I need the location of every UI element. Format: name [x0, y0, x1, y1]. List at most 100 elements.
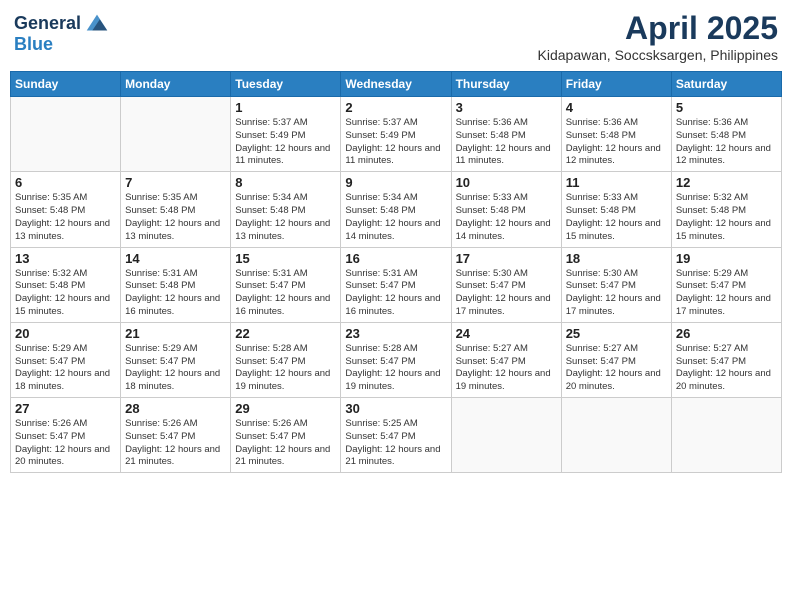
col-friday: Friday [561, 72, 671, 97]
calendar-day: 29 Sunrise: 5:26 AMSunset: 5:47 PMDaylig… [231, 398, 341, 473]
day-number: 18 [566, 251, 667, 266]
calendar-day: 6 Sunrise: 5:35 AMSunset: 5:48 PMDayligh… [11, 172, 121, 247]
calendar-day: 28 Sunrise: 5:26 AMSunset: 5:47 PMDaylig… [121, 398, 231, 473]
day-number: 6 [15, 175, 116, 190]
calendar-day: 2 Sunrise: 5:37 AMSunset: 5:49 PMDayligh… [341, 97, 451, 172]
calendar-header-row: Sunday Monday Tuesday Wednesday Thursday… [11, 72, 782, 97]
logo: General Blue [14, 10, 111, 55]
day-info: Sunrise: 5:28 AMSunset: 5:47 PMDaylight:… [235, 343, 336, 394]
day-number: 2 [345, 100, 446, 115]
day-number: 25 [566, 326, 667, 341]
location-subtitle: Kidapawan, Soccsksargen, Philippines [538, 47, 778, 63]
day-number: 1 [235, 100, 336, 115]
day-number: 30 [345, 401, 446, 416]
calendar-day [121, 97, 231, 172]
calendar-day: 15 Sunrise: 5:31 AMSunset: 5:47 PMDaylig… [231, 247, 341, 322]
logo-text: General [14, 14, 81, 34]
day-number: 14 [125, 251, 226, 266]
calendar-day: 17 Sunrise: 5:30 AMSunset: 5:47 PMDaylig… [451, 247, 561, 322]
calendar-week-row: 1 Sunrise: 5:37 AMSunset: 5:49 PMDayligh… [11, 97, 782, 172]
day-info: Sunrise: 5:25 AMSunset: 5:47 PMDaylight:… [345, 418, 446, 469]
col-thursday: Thursday [451, 72, 561, 97]
calendar-day: 27 Sunrise: 5:26 AMSunset: 5:47 PMDaylig… [11, 398, 121, 473]
day-number: 20 [15, 326, 116, 341]
calendar-day: 10 Sunrise: 5:33 AMSunset: 5:48 PMDaylig… [451, 172, 561, 247]
col-tuesday: Tuesday [231, 72, 341, 97]
day-info: Sunrise: 5:28 AMSunset: 5:47 PMDaylight:… [345, 343, 446, 394]
day-number: 10 [456, 175, 557, 190]
calendar-day: 20 Sunrise: 5:29 AMSunset: 5:47 PMDaylig… [11, 322, 121, 397]
calendar-day [671, 398, 781, 473]
calendar-day: 19 Sunrise: 5:29 AMSunset: 5:47 PMDaylig… [671, 247, 781, 322]
day-number: 5 [676, 100, 777, 115]
calendar-day: 11 Sunrise: 5:33 AMSunset: 5:48 PMDaylig… [561, 172, 671, 247]
calendar-day: 18 Sunrise: 5:30 AMSunset: 5:47 PMDaylig… [561, 247, 671, 322]
day-info: Sunrise: 5:30 AMSunset: 5:47 PMDaylight:… [456, 268, 557, 319]
calendar-week-row: 6 Sunrise: 5:35 AMSunset: 5:48 PMDayligh… [11, 172, 782, 247]
calendar-day: 16 Sunrise: 5:31 AMSunset: 5:47 PMDaylig… [341, 247, 451, 322]
col-saturday: Saturday [671, 72, 781, 97]
day-number: 19 [676, 251, 777, 266]
day-info: Sunrise: 5:36 AMSunset: 5:48 PMDaylight:… [566, 117, 667, 168]
calendar-table: Sunday Monday Tuesday Wednesday Thursday… [10, 71, 782, 473]
calendar-day: 30 Sunrise: 5:25 AMSunset: 5:47 PMDaylig… [341, 398, 451, 473]
calendar-day [11, 97, 121, 172]
day-info: Sunrise: 5:36 AMSunset: 5:48 PMDaylight:… [456, 117, 557, 168]
calendar-day: 8 Sunrise: 5:34 AMSunset: 5:48 PMDayligh… [231, 172, 341, 247]
calendar-week-row: 20 Sunrise: 5:29 AMSunset: 5:47 PMDaylig… [11, 322, 782, 397]
page-header: General Blue April 2025 Kidapawan, Soccs… [10, 10, 782, 63]
day-info: Sunrise: 5:27 AMSunset: 5:47 PMDaylight:… [676, 343, 777, 394]
col-wednesday: Wednesday [341, 72, 451, 97]
col-monday: Monday [121, 72, 231, 97]
col-sunday: Sunday [11, 72, 121, 97]
calendar-day: 23 Sunrise: 5:28 AMSunset: 5:47 PMDaylig… [341, 322, 451, 397]
day-number: 17 [456, 251, 557, 266]
day-info: Sunrise: 5:37 AMSunset: 5:49 PMDaylight:… [235, 117, 336, 168]
day-info: Sunrise: 5:35 AMSunset: 5:48 PMDaylight:… [15, 192, 116, 243]
day-number: 7 [125, 175, 226, 190]
day-number: 3 [456, 100, 557, 115]
day-number: 15 [235, 251, 336, 266]
day-number: 21 [125, 326, 226, 341]
day-info: Sunrise: 5:37 AMSunset: 5:49 PMDaylight:… [345, 117, 446, 168]
day-number: 23 [345, 326, 446, 341]
day-info: Sunrise: 5:36 AMSunset: 5:48 PMDaylight:… [676, 117, 777, 168]
day-info: Sunrise: 5:31 AMSunset: 5:47 PMDaylight:… [345, 268, 446, 319]
day-number: 9 [345, 175, 446, 190]
day-number: 29 [235, 401, 336, 416]
day-info: Sunrise: 5:32 AMSunset: 5:48 PMDaylight:… [15, 268, 116, 319]
calendar-day: 21 Sunrise: 5:29 AMSunset: 5:47 PMDaylig… [121, 322, 231, 397]
day-info: Sunrise: 5:26 AMSunset: 5:47 PMDaylight:… [125, 418, 226, 469]
day-info: Sunrise: 5:26 AMSunset: 5:47 PMDaylight:… [15, 418, 116, 469]
day-info: Sunrise: 5:29 AMSunset: 5:47 PMDaylight:… [676, 268, 777, 319]
day-number: 12 [676, 175, 777, 190]
calendar-day: 14 Sunrise: 5:31 AMSunset: 5:48 PMDaylig… [121, 247, 231, 322]
day-number: 16 [345, 251, 446, 266]
month-title: April 2025 [538, 10, 778, 47]
day-info: Sunrise: 5:31 AMSunset: 5:47 PMDaylight:… [235, 268, 336, 319]
calendar-week-row: 13 Sunrise: 5:32 AMSunset: 5:48 PMDaylig… [11, 247, 782, 322]
day-number: 28 [125, 401, 226, 416]
calendar-day: 1 Sunrise: 5:37 AMSunset: 5:49 PMDayligh… [231, 97, 341, 172]
day-info: Sunrise: 5:33 AMSunset: 5:48 PMDaylight:… [456, 192, 557, 243]
day-number: 13 [15, 251, 116, 266]
calendar-day: 13 Sunrise: 5:32 AMSunset: 5:48 PMDaylig… [11, 247, 121, 322]
day-number: 4 [566, 100, 667, 115]
day-number: 27 [15, 401, 116, 416]
calendar-day: 12 Sunrise: 5:32 AMSunset: 5:48 PMDaylig… [671, 172, 781, 247]
day-info: Sunrise: 5:35 AMSunset: 5:48 PMDaylight:… [125, 192, 226, 243]
calendar-day: 24 Sunrise: 5:27 AMSunset: 5:47 PMDaylig… [451, 322, 561, 397]
calendar-week-row: 27 Sunrise: 5:26 AMSunset: 5:47 PMDaylig… [11, 398, 782, 473]
day-number: 22 [235, 326, 336, 341]
title-block: April 2025 Kidapawan, Soccsksargen, Phil… [538, 10, 778, 63]
day-number: 11 [566, 175, 667, 190]
calendar-day: 26 Sunrise: 5:27 AMSunset: 5:47 PMDaylig… [671, 322, 781, 397]
calendar-day [561, 398, 671, 473]
day-info: Sunrise: 5:27 AMSunset: 5:47 PMDaylight:… [566, 343, 667, 394]
calendar-day [451, 398, 561, 473]
calendar-day: 4 Sunrise: 5:36 AMSunset: 5:48 PMDayligh… [561, 97, 671, 172]
day-number: 24 [456, 326, 557, 341]
day-info: Sunrise: 5:29 AMSunset: 5:47 PMDaylight:… [125, 343, 226, 394]
day-info: Sunrise: 5:34 AMSunset: 5:48 PMDaylight:… [345, 192, 446, 243]
day-info: Sunrise: 5:26 AMSunset: 5:47 PMDaylight:… [235, 418, 336, 469]
